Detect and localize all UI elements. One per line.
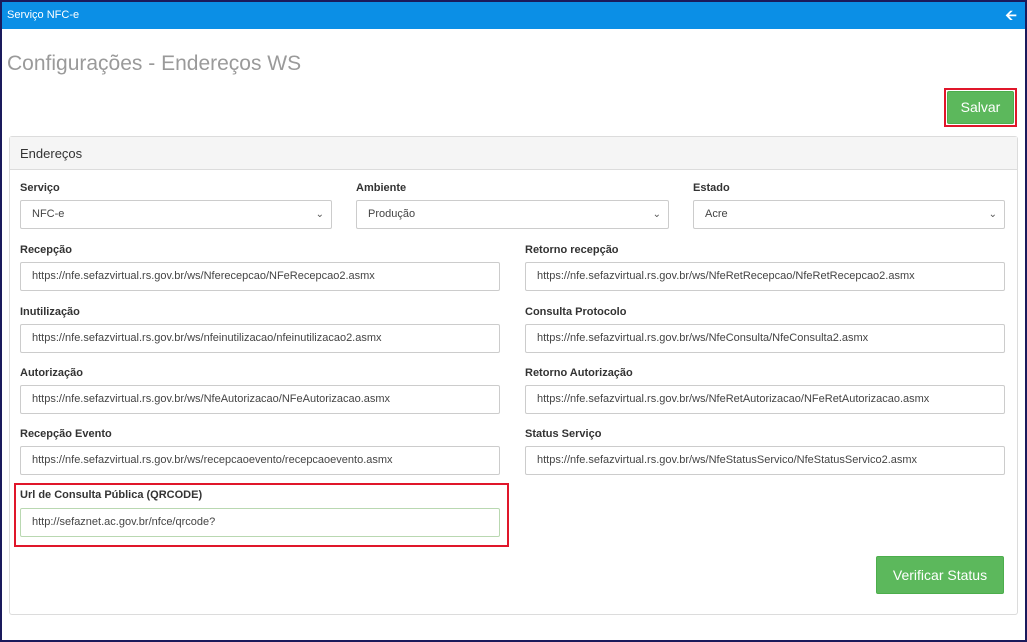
panel-header: Endereços <box>10 137 1017 170</box>
title-bar: Serviço NFC-e 🡨 <box>2 2 1025 29</box>
verify-status-button[interactable]: Verificar Status <box>876 556 1004 594</box>
save-button[interactable]: Salvar <box>947 91 1014 124</box>
qrcode-url-input[interactable]: http://sefaznet.ac.gov.br/nfce/qrcode? <box>20 508 500 537</box>
ambiente-select-value: Produção <box>368 208 416 220</box>
servico-select-value: NFC-e <box>32 208 65 220</box>
servico-label: Serviço <box>20 182 60 194</box>
autorizacao-input[interactable]: https://nfe.sefazvirtual.rs.gov.br/ws/Nf… <box>20 385 500 414</box>
estado-label: Estado <box>693 182 730 194</box>
chevron-down-icon: ⌄ <box>315 209 324 220</box>
ambiente-label: Ambiente <box>356 182 407 194</box>
recepcao-evento-input[interactable]: https://nfe.sefazvirtual.rs.gov.br/ws/re… <box>20 446 500 475</box>
estado-select[interactable]: Acre ⌄ <box>693 200 1005 229</box>
recepcao-evento-label: Recepção Evento <box>20 428 112 440</box>
retorno-autorizacao-input[interactable]: https://nfe.sefazvirtual.rs.gov.br/ws/Nf… <box>525 385 1005 414</box>
arrow-left-icon[interactable]: 🡨 <box>1003 6 1019 24</box>
autorizacao-label: Autorização <box>20 367 83 379</box>
qrcode-label: Url de Consulta Pública (QRCODE) <box>20 489 203 501</box>
recepcao-input[interactable]: https://nfe.sefazvirtual.rs.gov.br/ws/Nf… <box>20 262 500 291</box>
app-title: Serviço NFC-e <box>7 9 80 21</box>
estado-select-value: Acre <box>705 208 728 220</box>
recepcao-label: Recepção <box>20 244 72 256</box>
retorno-recepcao-input[interactable]: https://nfe.sefazvirtual.rs.gov.br/ws/Nf… <box>525 262 1005 291</box>
inutilizacao-label: Inutilização <box>20 306 80 318</box>
page-title: Configurações - Endereços WS <box>7 52 302 75</box>
inutilizacao-input[interactable]: https://nfe.sefazvirtual.rs.gov.br/ws/nf… <box>20 324 500 353</box>
consulta-protocolo-input[interactable]: https://nfe.sefazvirtual.rs.gov.br/ws/Nf… <box>525 324 1005 353</box>
retorno-recepcao-label: Retorno recepção <box>525 244 619 256</box>
chevron-down-icon: ⌄ <box>652 209 661 220</box>
panel-title: Endereços <box>20 146 83 161</box>
consulta-protocolo-label: Consulta Protocolo <box>525 306 627 318</box>
retorno-autorizacao-label: Retorno Autorização <box>525 367 633 379</box>
chevron-down-icon: ⌄ <box>988 209 997 220</box>
status-servico-label: Status Serviço <box>525 428 602 440</box>
status-servico-input[interactable]: https://nfe.sefazvirtual.rs.gov.br/ws/Nf… <box>525 446 1005 475</box>
servico-select[interactable]: NFC-e ⌄ <box>20 200 332 229</box>
ambiente-select[interactable]: Produção ⌄ <box>356 200 669 229</box>
